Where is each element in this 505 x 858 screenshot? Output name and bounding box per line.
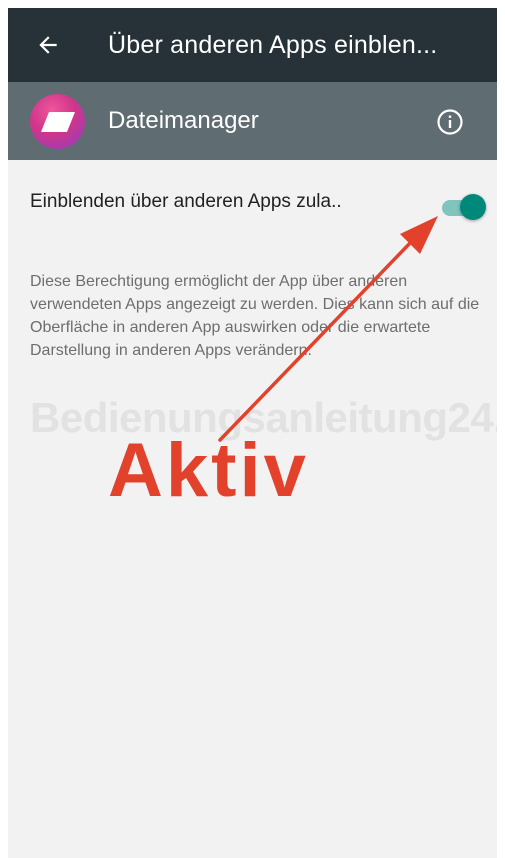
file-manager-app-icon	[30, 94, 85, 149]
info-button[interactable]	[436, 108, 464, 136]
info-circle-icon	[437, 109, 463, 135]
setting-label: Einblenden über anderen Apps zula..	[30, 191, 342, 212]
permission-toggle[interactable]	[438, 194, 488, 220]
permission-description: Diese Berechtigung ermöglicht der App üb…	[30, 273, 480, 359]
app-header: Dateimanager	[8, 82, 497, 160]
phone-screen: Über anderen Apps einblen... Dateimanage…	[8, 8, 497, 858]
toggle-thumb	[460, 194, 486, 220]
back-button[interactable]	[28, 25, 68, 65]
overlay-permission-setting[interactable]: Einblenden über anderen Apps zula..	[8, 160, 497, 242]
arrow-left-icon	[39, 36, 57, 54]
app-name: Dateimanager	[108, 107, 259, 134]
page-title: Über anderen Apps einblen...	[108, 31, 438, 59]
annotation-label: Aktiv	[108, 428, 309, 513]
app-bar: Über anderen Apps einblen...	[8, 8, 497, 82]
